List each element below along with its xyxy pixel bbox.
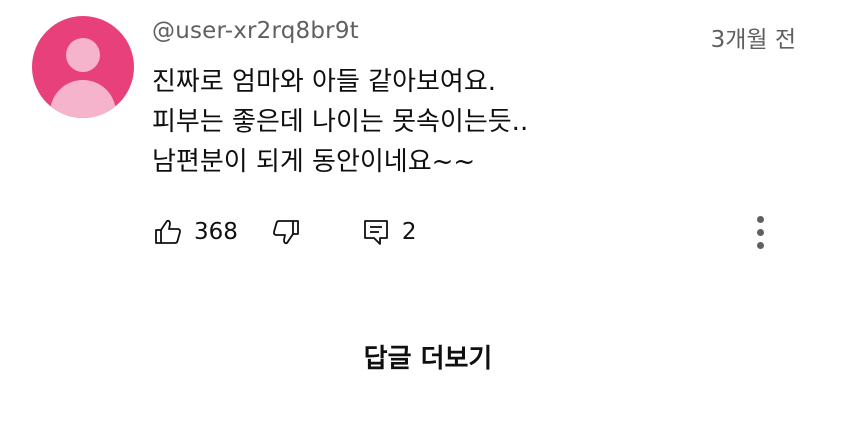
more-vertical-icon[interactable]: [748, 212, 772, 252]
more-dot: [756, 228, 764, 236]
dislike-button[interactable]: [270, 216, 302, 248]
avatar[interactable]: [32, 16, 134, 118]
more-dot: [756, 215, 764, 223]
like-button[interactable]: 368: [152, 216, 238, 248]
avatar-body-shape: [50, 80, 116, 118]
more-replies-button[interactable]: 답글 더보기: [0, 338, 856, 375]
reply-button[interactable]: 2: [360, 216, 417, 248]
thumb-up-icon: [152, 216, 184, 248]
comment-text: 진짜로 엄마와 아들 같아보여요. 피부는 좋은데 나이는 못속이는듯.. 남편…: [152, 62, 528, 182]
comment-actions: 368 2: [152, 212, 417, 252]
comment-author[interactable]: @user-xr2rq8br9t: [152, 18, 359, 44]
like-count: 368: [194, 219, 238, 245]
avatar-head-shape: [66, 38, 100, 72]
comment-text-line: 피부는 좋은데 나이는 못속이는듯..: [152, 107, 529, 137]
comment-text-line: 남편분이 되게 동안이네요~~: [152, 147, 476, 177]
thumb-down-icon: [270, 216, 302, 248]
comment-text-line: 진짜로 엄마와 아들 같아보여요.: [152, 67, 497, 97]
reply-count: 2: [401, 219, 417, 245]
reply-icon: [360, 216, 392, 248]
comment-timestamp: 3개월 전: [710, 27, 796, 53]
more-dot: [756, 241, 764, 249]
